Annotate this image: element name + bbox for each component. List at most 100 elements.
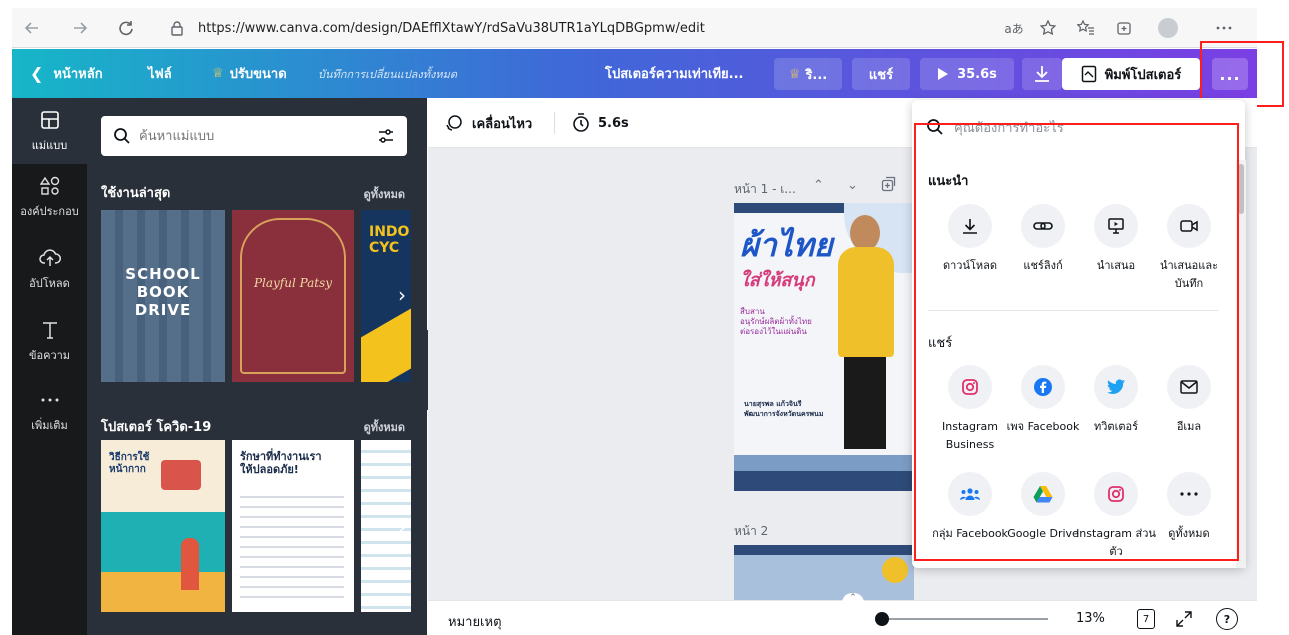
more-actions-button[interactable]: ... — [1212, 58, 1248, 90]
fullscreen-icon[interactable] — [1173, 608, 1195, 630]
download-button[interactable] — [1022, 58, 1062, 90]
instagram-personal-icon — [1094, 472, 1138, 516]
instagram-business-option[interactable]: Instagram Business — [932, 365, 1008, 454]
thumb-text: INDO — [369, 224, 410, 240]
email-icon — [1167, 365, 1211, 409]
thumb-text: BOOK — [136, 283, 190, 301]
crown-feature-button[interactable]: ♕ ริ... — [774, 58, 842, 90]
print-poster-button[interactable]: พิมพ์โปสเตอร์ — [1062, 58, 1200, 90]
page-2-label[interactable]: หน้า 2 — [734, 522, 768, 541]
more-dots-icon — [1167, 472, 1211, 516]
collections-icon[interactable] — [1112, 16, 1136, 40]
browser-menu-icon[interactable] — [1212, 16, 1236, 40]
page-1-label[interactable]: หน้า 1 - เ... — [734, 180, 796, 199]
thumb-text: DRIVE — [134, 301, 192, 319]
facebook-page-option[interactable]: เพจ Facebook — [1005, 365, 1081, 436]
menu-divider — [928, 310, 1218, 311]
timing-button[interactable]: 5.6s — [572, 98, 629, 148]
address-bar[interactable]: https://www.canva.com/design/DAEfflXtawY… — [170, 14, 970, 42]
see-all-covid-link[interactable]: ดูทั้งหมด — [364, 418, 405, 436]
menu-scrollbar[interactable] — [1236, 160, 1246, 568]
design-title[interactable]: โปสเตอร์ความเท่าเทีย... — [605, 49, 743, 98]
thumb-text: หน้ากาก — [109, 464, 146, 475]
more-actions-menu: คุณต้องการทำอะไร แนะนำ ดาวน์โหลด แชร์ลิง… — [912, 100, 1245, 568]
chevron-right-icon[interactable]: › — [391, 515, 413, 539]
recent-template-thumb[interactable]: Playful Patsy — [232, 210, 354, 382]
poster-headline-1: ผ้าไทย — [740, 226, 833, 264]
covid-template-thumb[interactable]: รักษาที่ทำงานเรา ให้ปลอดภัย! — [232, 440, 354, 612]
rail-uploads[interactable]: อัปโหลด — [12, 236, 87, 302]
reload-icon[interactable] — [114, 16, 138, 40]
suggested-heading: แนะนำ — [928, 174, 969, 189]
forward-icon[interactable] — [68, 16, 92, 40]
crown-feature-label: ริ... — [805, 67, 828, 83]
help-button[interactable]: ? — [1216, 608, 1238, 630]
favorites-list-icon[interactable] — [1074, 16, 1098, 40]
option-label: กลุ่ม Facebook — [932, 527, 1008, 540]
templates-panel: ใช้งานล่าสุด ดูทั้งหมด SCHOOL BOOK DRIVE… — [87, 98, 427, 635]
twitter-option[interactable]: ทวิตเตอร์ — [1078, 365, 1154, 436]
record-icon — [1167, 204, 1211, 248]
rail-label: ข้อความ — [28, 349, 71, 362]
rail-elements[interactable]: องค์ประกอบ — [12, 164, 87, 230]
thumb-text: ให้ปลอดภัย! — [240, 463, 299, 476]
toolbar-divider — [554, 112, 555, 134]
link-icon — [1021, 204, 1065, 248]
google-drive-option[interactable]: Google Drive — [1005, 472, 1081, 543]
duplicate-page-icon[interactable] — [881, 176, 897, 192]
rail-templates[interactable]: แม่แบบ — [12, 98, 87, 164]
poster-headline-2: ใส่ให้สนุก — [740, 270, 815, 291]
resize-button[interactable]: ♕ ปรับขนาด — [212, 49, 287, 98]
share-button[interactable]: แชร์ — [852, 58, 910, 90]
option-label: Instagram Business — [942, 420, 998, 451]
page-1-poster[interactable]: ผ้าไทย ใส่ให้สนุก สืบสาน อนุรักษ์ผลิตผ้า… — [734, 203, 914, 491]
animate-button[interactable]: เคลื่อนไหว — [444, 98, 532, 148]
present-option[interactable]: นำเสนอ — [1078, 204, 1154, 275]
page-2-thumb[interactable] — [734, 545, 914, 600]
home-button[interactable]: ❮ หน้าหลัก — [30, 49, 103, 98]
search-icon — [927, 119, 943, 135]
template-search[interactable] — [101, 116, 407, 156]
download-option[interactable]: ดาวน์โหลด — [932, 204, 1008, 275]
zoom-slider-knob[interactable] — [875, 612, 889, 626]
crown-icon: ♕ — [788, 66, 801, 82]
option-label: Google Drive — [1007, 527, 1079, 540]
option-label: ดาวน์โหลด — [942, 259, 998, 272]
thumb-text: SCHOOL — [125, 265, 201, 283]
left-rail: แม่แบบ องค์ประกอบ อัปโหลด ข้อความ เพิ่มเ… — [12, 98, 87, 635]
covid-template-thumb[interactable]: วิธีการใช้ หน้ากาก — [101, 440, 225, 612]
present-button[interactable]: 35.6s — [920, 58, 1014, 90]
read-aloud-icon[interactable]: aあ — [1002, 16, 1026, 40]
rail-more[interactable]: เพิ่มเติม — [12, 378, 87, 444]
rail-label: เพิ่มเติม — [31, 419, 68, 432]
zoom-level[interactable]: 13% — [1076, 611, 1105, 626]
chevron-right-icon[interactable]: › — [391, 283, 413, 307]
thumb-text: CYC — [369, 240, 400, 256]
template-search-input[interactable] — [139, 128, 359, 144]
file-menu[interactable]: ไฟล์ — [148, 49, 172, 98]
filter-icon[interactable] — [377, 127, 395, 145]
rail-text[interactable]: ข้อความ — [12, 308, 87, 374]
favorite-icon[interactable] — [1036, 16, 1060, 40]
page-count-button[interactable]: 7 — [1135, 608, 1157, 630]
option-label: เพจ Facebook — [1006, 420, 1080, 433]
see-all-share-option[interactable]: ดูทั้งหมด — [1151, 472, 1227, 543]
zoom-slider-track[interactable] — [882, 618, 1048, 620]
see-all-recent-link[interactable]: ดูทั้งหมด — [364, 185, 405, 203]
back-icon[interactable] — [20, 16, 44, 40]
share-link-option[interactable]: แชร์ลิงก์ — [1005, 204, 1081, 275]
email-option[interactable]: อีเมล — [1151, 365, 1227, 436]
profile-avatar[interactable] — [1156, 16, 1180, 40]
recent-template-thumb[interactable]: SCHOOL BOOK DRIVE — [101, 210, 225, 382]
notes-button[interactable]: หมายเหตุ — [448, 611, 502, 632]
instagram-personal-option[interactable]: Instagram ส่วนตัว — [1076, 472, 1156, 561]
animate-icon — [446, 115, 462, 131]
search-icon — [113, 127, 131, 145]
chevron-up-icon[interactable]: ⌃ — [813, 178, 824, 193]
poster-sub: ต่อรองไว้ในแผ่นดิน — [740, 327, 807, 336]
chevron-down-icon[interactable]: ⌄ — [847, 178, 858, 193]
present-record-option[interactable]: นำเสนอและบันทึก — [1151, 204, 1227, 293]
facebook-group-option[interactable]: กลุ่ม Facebook — [932, 472, 1008, 543]
menu-search-field[interactable]: คุณต้องการทำอะไร — [926, 114, 1226, 140]
poster-sub: สืบสาน — [740, 307, 765, 316]
